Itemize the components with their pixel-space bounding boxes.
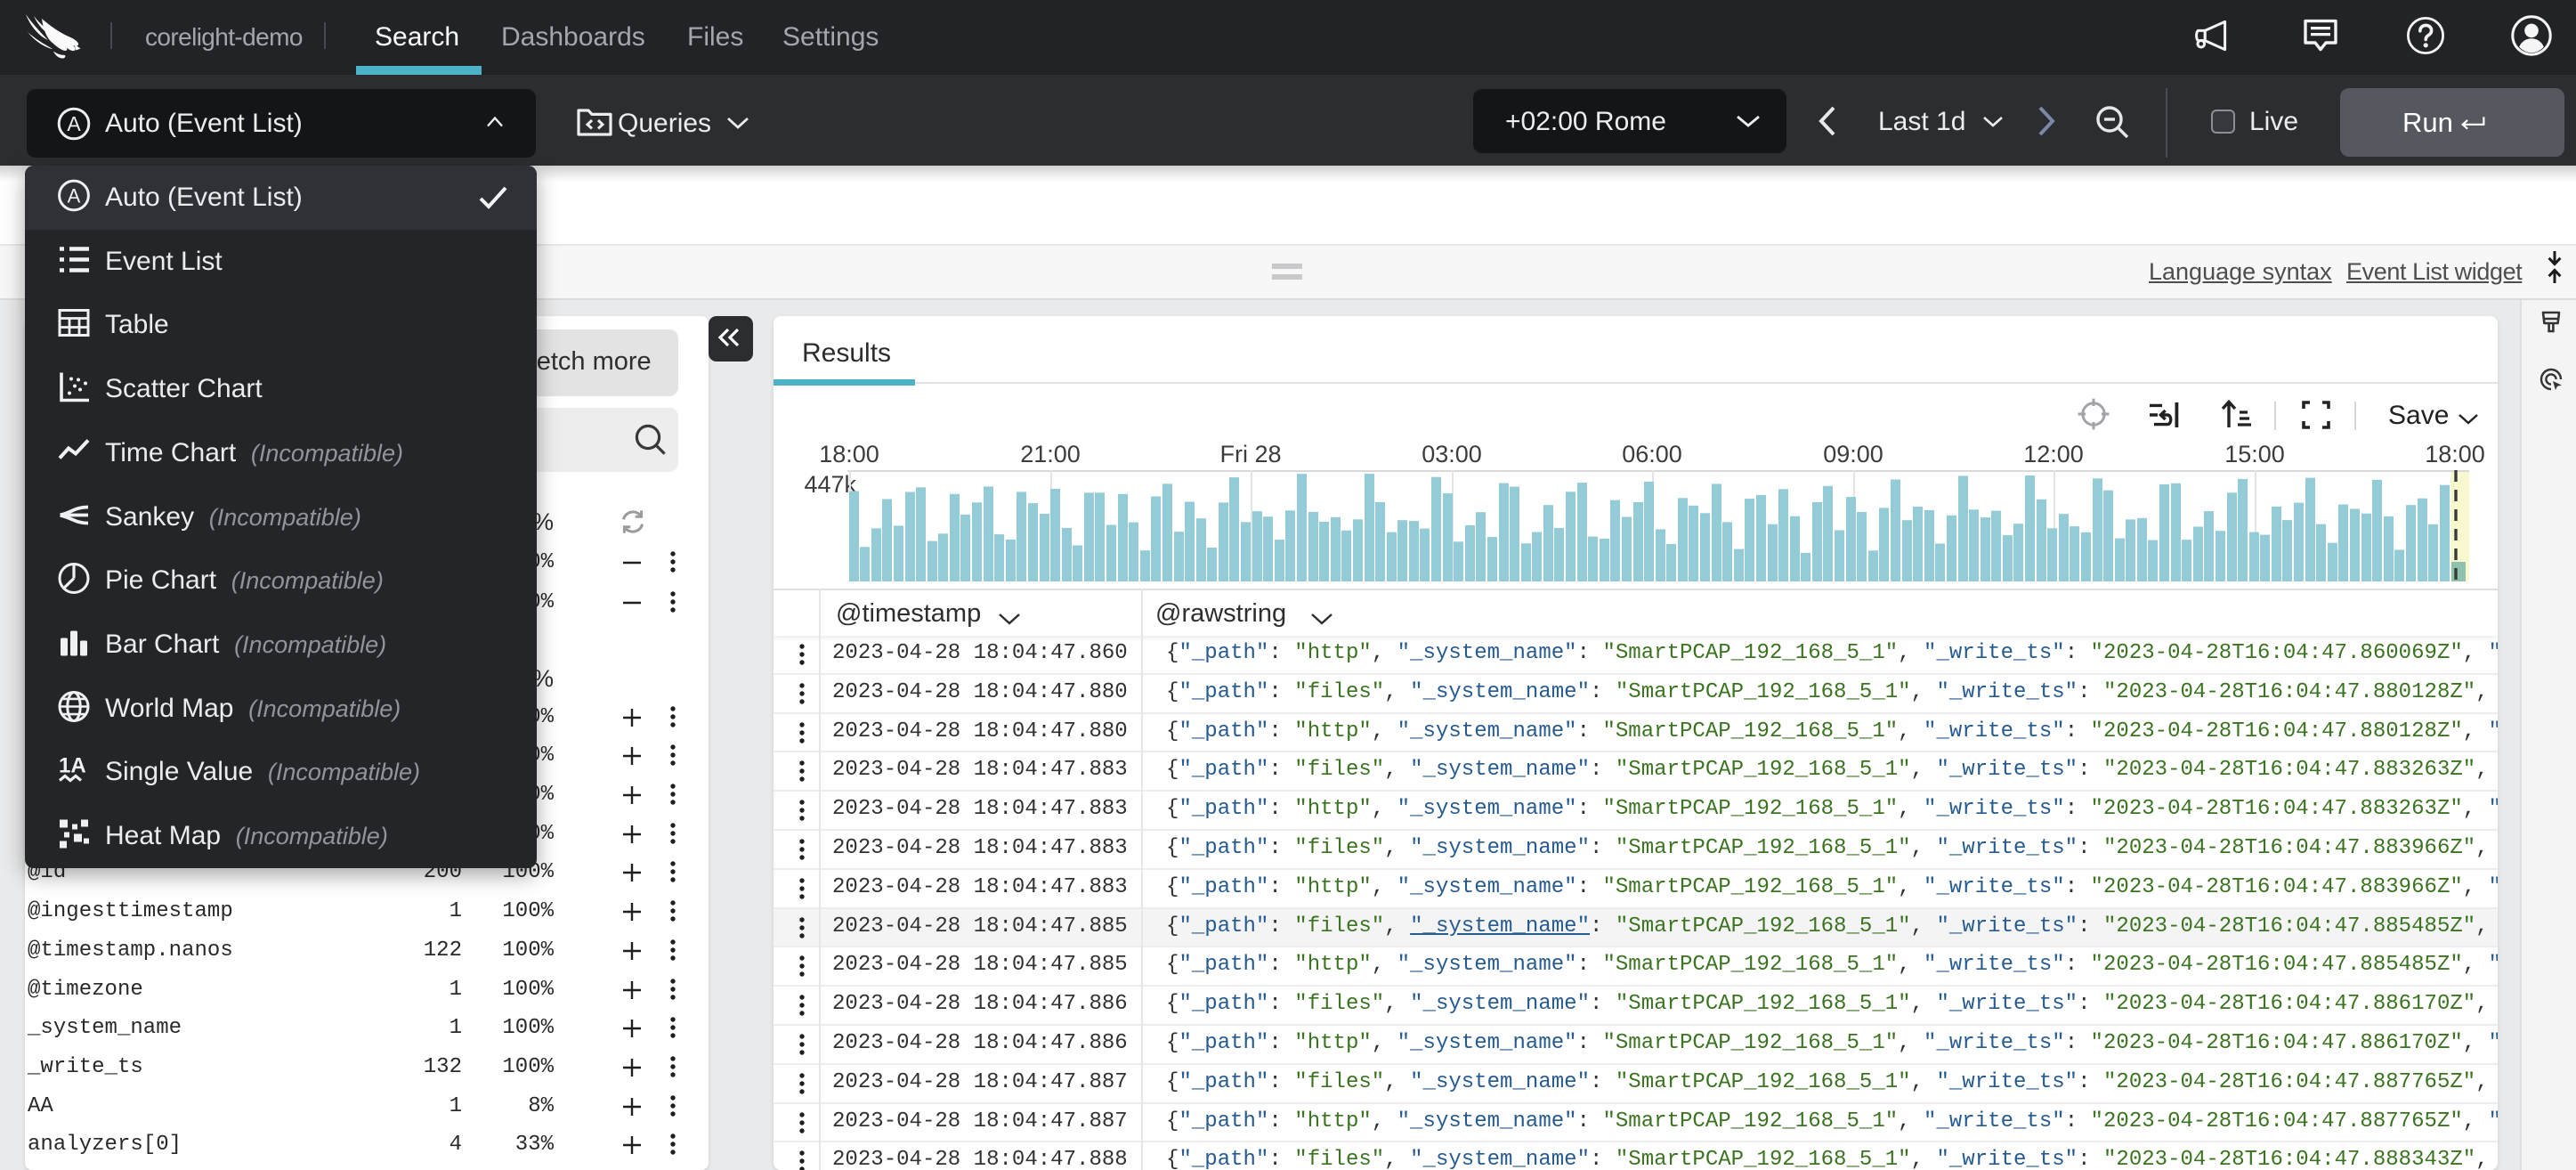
svg-text:A: A xyxy=(67,112,81,135)
svg-text:A: A xyxy=(68,185,81,207)
svg-text:1A: 1A xyxy=(59,754,86,778)
